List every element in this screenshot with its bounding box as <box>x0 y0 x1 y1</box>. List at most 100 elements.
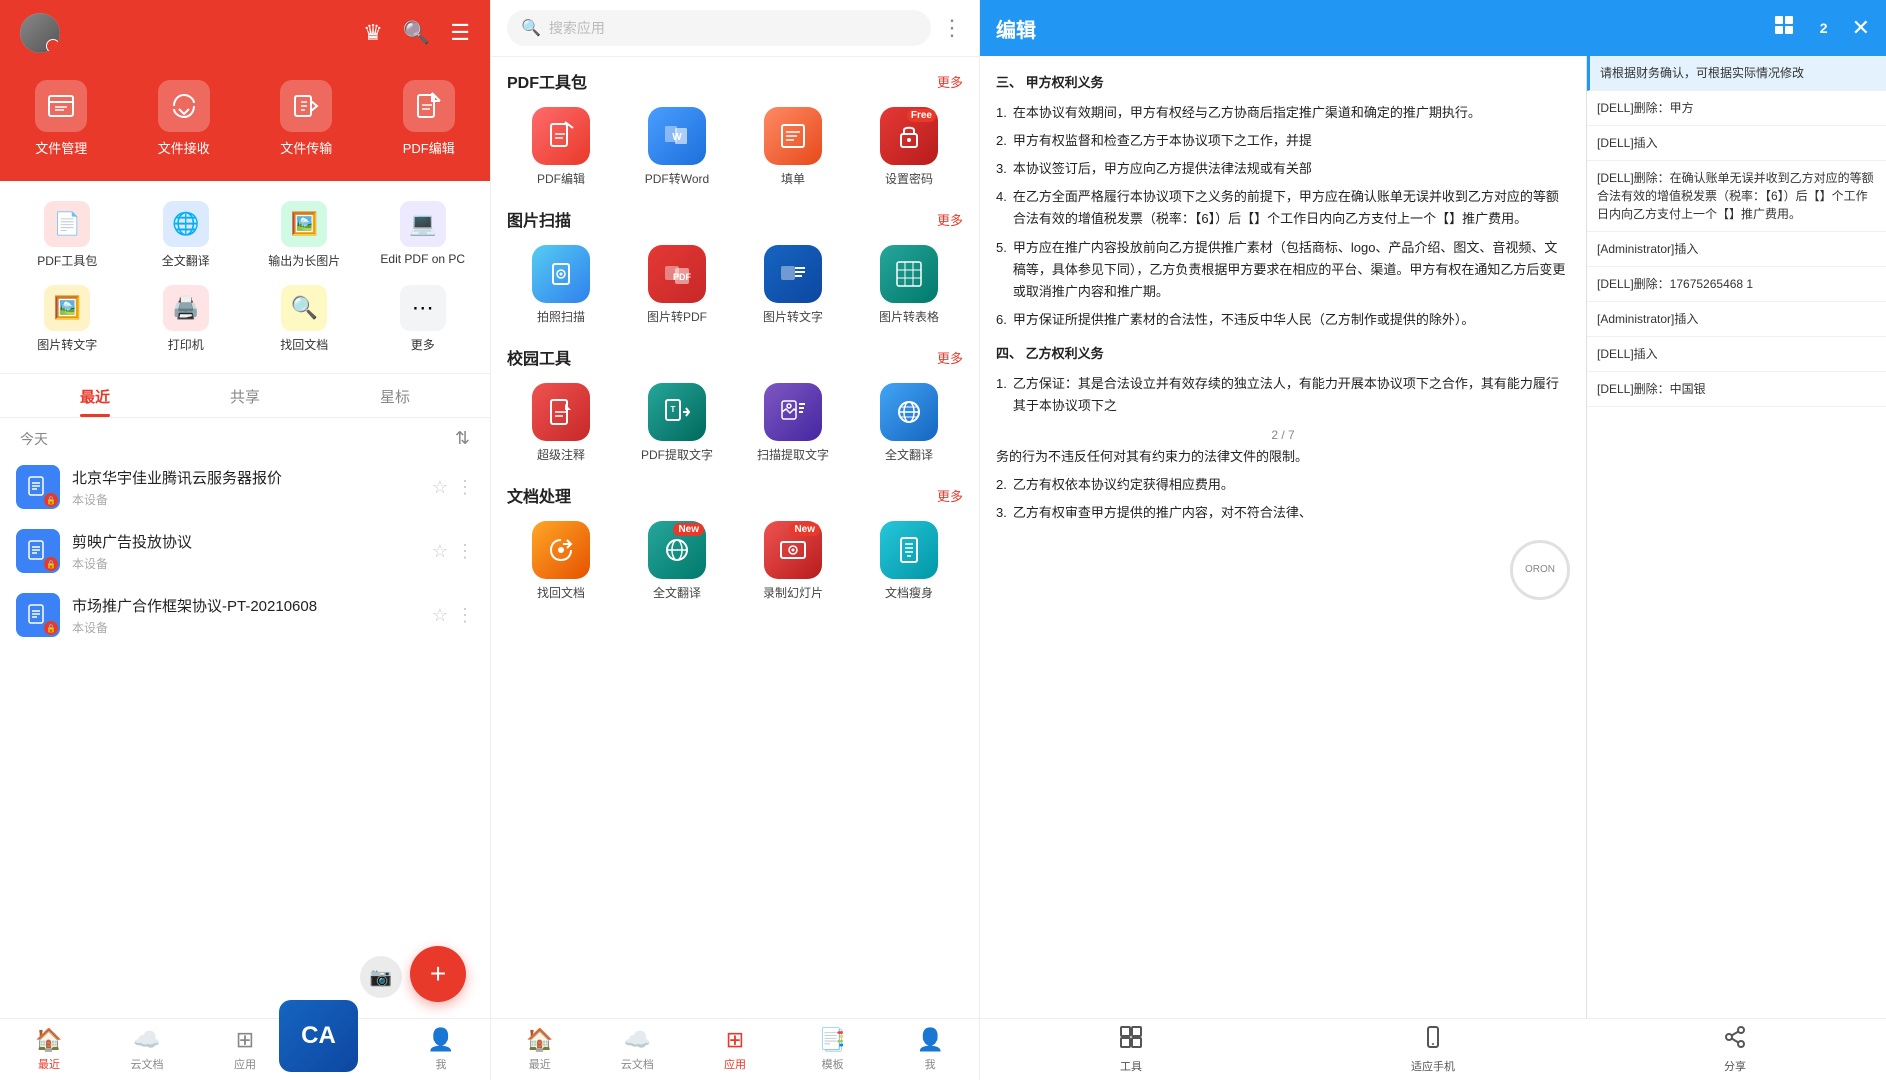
app-record-ppt-label: 录制幻灯片 <box>763 584 823 601</box>
file-recv-label: 文件接收 <box>158 138 210 157</box>
mid-home-icon: 🏠 <box>526 1027 553 1053</box>
search-bar[interactable]: 🔍 搜索应用 <box>507 10 931 46</box>
mid-nav-recent[interactable]: 🏠 最近 <box>491 1019 589 1080</box>
section-header-img: 图片扫描 更多 <box>507 207 963 231</box>
grid-item-pdf-edit[interactable]: PDF编辑 <box>368 72 491 165</box>
bottom-nav-cloud-label: 云文档 <box>131 1056 164 1072</box>
app-super-note-label: 超级注释 <box>537 446 585 463</box>
section-pdf-tools: PDF工具包 更多 PDF编辑 <box>491 57 979 195</box>
app-pdf-extract[interactable]: T PDF提取文字 <box>623 379 731 467</box>
app-recover-doc[interactable]: 找回文档 <box>507 517 615 605</box>
tool-editpc[interactable]: 💻 Edit PDF on PC <box>364 193 483 277</box>
more-icon-1[interactable]: ⋮ <box>456 477 474 498</box>
right-nav-share[interactable]: 分享 <box>1584 1019 1886 1080</box>
bottom-nav-me[interactable]: 👤 我 <box>392 1019 490 1080</box>
section-more-doc[interactable]: 更多 <box>937 486 963 505</box>
section-more-campus[interactable]: 更多 <box>937 348 963 367</box>
doc-slim-icon <box>880 521 938 579</box>
doc-content: 三、 甲方权利义务 1. 在本协议有效期间，甲方有权经与乙方协商后指定推广渠道和… <box>980 56 1586 1018</box>
app-super-note[interactable]: 超级注释 <box>507 379 615 467</box>
file-item-2[interactable]: 🔒 剪映广告投放协议 本设备 ☆ ⋮ <box>0 519 490 583</box>
app-password[interactable]: Free 设置密码 <box>855 103 963 191</box>
tool-more[interactable]: ⋯ 更多 <box>364 277 483 361</box>
ca-badge: CA <box>279 1000 358 1072</box>
tab-recent[interactable]: 最近 <box>20 374 170 417</box>
search-icon[interactable]: 🔍 <box>403 20 430 46</box>
file-icon-2: 🔒 <box>16 529 60 573</box>
star-icon-2[interactable]: ☆ <box>432 541 448 562</box>
printer-icon: 🖨️ <box>163 285 209 331</box>
tab-starred[interactable]: 星标 <box>320 374 470 417</box>
app-full-trans2[interactable]: 全文翻译 <box>855 379 963 467</box>
mid-nav-apps[interactable]: ⊞ 应用 <box>686 1019 784 1080</box>
header-left <box>20 13 60 53</box>
app-scan-extract[interactable]: 扫描提取文字 <box>739 379 847 467</box>
tab-shared[interactable]: 共享 <box>170 374 320 417</box>
new-badge-trans: New <box>673 523 704 536</box>
mid-nav-templates[interactable]: 📑 模板 <box>784 1019 882 1080</box>
tool-pdf-tools[interactable]: 📄 PDF工具包 <box>8 193 127 277</box>
bottom-nav-cloud[interactable]: ☁️ 云文档 <box>98 1019 196 1080</box>
comment-5: [Administrator]插入 <box>1587 232 1886 267</box>
app-photo-scan-label: 拍照扫描 <box>537 308 585 325</box>
tool-translate[interactable]: 🌐 全文翻译 <box>127 193 246 277</box>
bottom-nav-apps-label: 应用 <box>234 1056 256 1072</box>
more-icon-3[interactable]: ⋮ <box>456 605 474 626</box>
comment-2: [DELL]删除：甲方 <box>1587 91 1886 126</box>
tool-printer[interactable]: 🖨️ 打印机 <box>127 277 246 361</box>
grid-item-file-trans[interactable]: 文件传输 <box>245 72 368 165</box>
crown-icon-left[interactable]: ♛ <box>363 20 383 46</box>
app-record-ppt[interactable]: New 录制幻灯片 <box>739 517 847 605</box>
sort-icon[interactable]: ⇅ <box>455 428 470 449</box>
grid-view-icon[interactable] <box>1772 13 1796 43</box>
record-ppt-icon: New <box>764 521 822 579</box>
add-button[interactable]: + <box>410 946 466 1002</box>
pdf-edit-label: PDF编辑 <box>403 138 455 157</box>
app-img-pdf[interactable]: PDF 图片转PDF <box>623 241 731 329</box>
pdf-edit-app-icon <box>532 107 590 165</box>
mid-nav-me[interactable]: 👤 我 <box>881 1019 979 1080</box>
bottom-nav-recent[interactable]: 🏠 最近 <box>0 1019 98 1080</box>
doc-item-3-2: 2. 甲方有权监督和检查乙方于本协议项下之工作，并提 <box>996 130 1570 152</box>
more-icon-2[interactable]: ⋮ <box>456 541 474 562</box>
svg-text:W: W <box>672 132 682 143</box>
right-panel-title: 编辑 <box>996 14 1036 43</box>
mid-nav-cloud[interactable]: ☁️ 云文档 <box>589 1019 687 1080</box>
tool-longimg[interactable]: 🖼️ 输出为长图片 <box>245 193 364 277</box>
section-img-scan: 图片扫描 更多 拍照扫描 <box>491 195 979 333</box>
doc-item-3-5: 5. 甲方应在推广内容投放前向乙方提供推广素材（包括商标、logo、产品介绍、图… <box>996 237 1570 303</box>
right-nav-tools[interactable]: 工具 <box>980 1019 1282 1080</box>
section-title-img: 图片扫描 <box>507 207 571 231</box>
app-img-fmt[interactable]: 图片转表格 <box>855 241 963 329</box>
mid-more-icon[interactable]: ⋮ <box>941 15 963 41</box>
grid-item-file-mgr[interactable]: 文件管理 <box>0 72 123 165</box>
star-icon-1[interactable]: ☆ <box>432 477 448 498</box>
right-nav-adapt[interactable]: 适应手机 <box>1282 1019 1584 1080</box>
tool-imgtext[interactable]: 🖼️ 图片转文字 <box>8 277 127 361</box>
app-fill[interactable]: 填单 <box>739 103 847 191</box>
file-name-3: 市场推广合作框架协议-PT-20210608 <box>72 595 420 616</box>
app-password-label: 设置密码 <box>885 170 933 187</box>
app-full-trans[interactable]: New 全文翻译 <box>623 517 731 605</box>
app-photo-scan[interactable]: 拍照扫描 <box>507 241 615 329</box>
app-doc-slim[interactable]: 文档瘦身 <box>855 517 963 605</box>
file-item-3[interactable]: 🔒 市场推广合作框架协议-PT-20210608 本设备 ☆ ⋮ <box>0 583 490 647</box>
translate-icon: 🌐 <box>163 201 209 247</box>
app-pdf-edit[interactable]: PDF编辑 <box>507 103 615 191</box>
section-title-pdf: PDF工具包 <box>507 69 587 93</box>
grid-item-file-recv[interactable]: 文件接收 <box>123 72 246 165</box>
star-icon-3[interactable]: ☆ <box>432 605 448 626</box>
section-more-pdf[interactable]: 更多 <box>937 72 963 91</box>
section-more-img[interactable]: 更多 <box>937 210 963 229</box>
app-pdf-word[interactable]: W PDF转Word <box>623 103 731 191</box>
comment-3: [DELL]插入 <box>1587 126 1886 161</box>
app-img-txt[interactable]: 图片转文字 <box>739 241 847 329</box>
camera-button[interactable]: 📷 <box>360 956 402 998</box>
file-mgr-label: 文件管理 <box>35 138 87 157</box>
close-icon[interactable]: ✕ <box>1852 15 1870 41</box>
avatar[interactable] <box>20 13 60 53</box>
menu-icon[interactable]: ☰ <box>450 20 470 46</box>
file-name-2: 剪映广告投放协议 <box>72 531 420 552</box>
file-item-1[interactable]: 🔒 北京华宇佳业腾讯云服务器报价 本设备 ☆ ⋮ <box>0 455 490 519</box>
tool-recover[interactable]: 🔍 找回文档 <box>245 277 364 361</box>
